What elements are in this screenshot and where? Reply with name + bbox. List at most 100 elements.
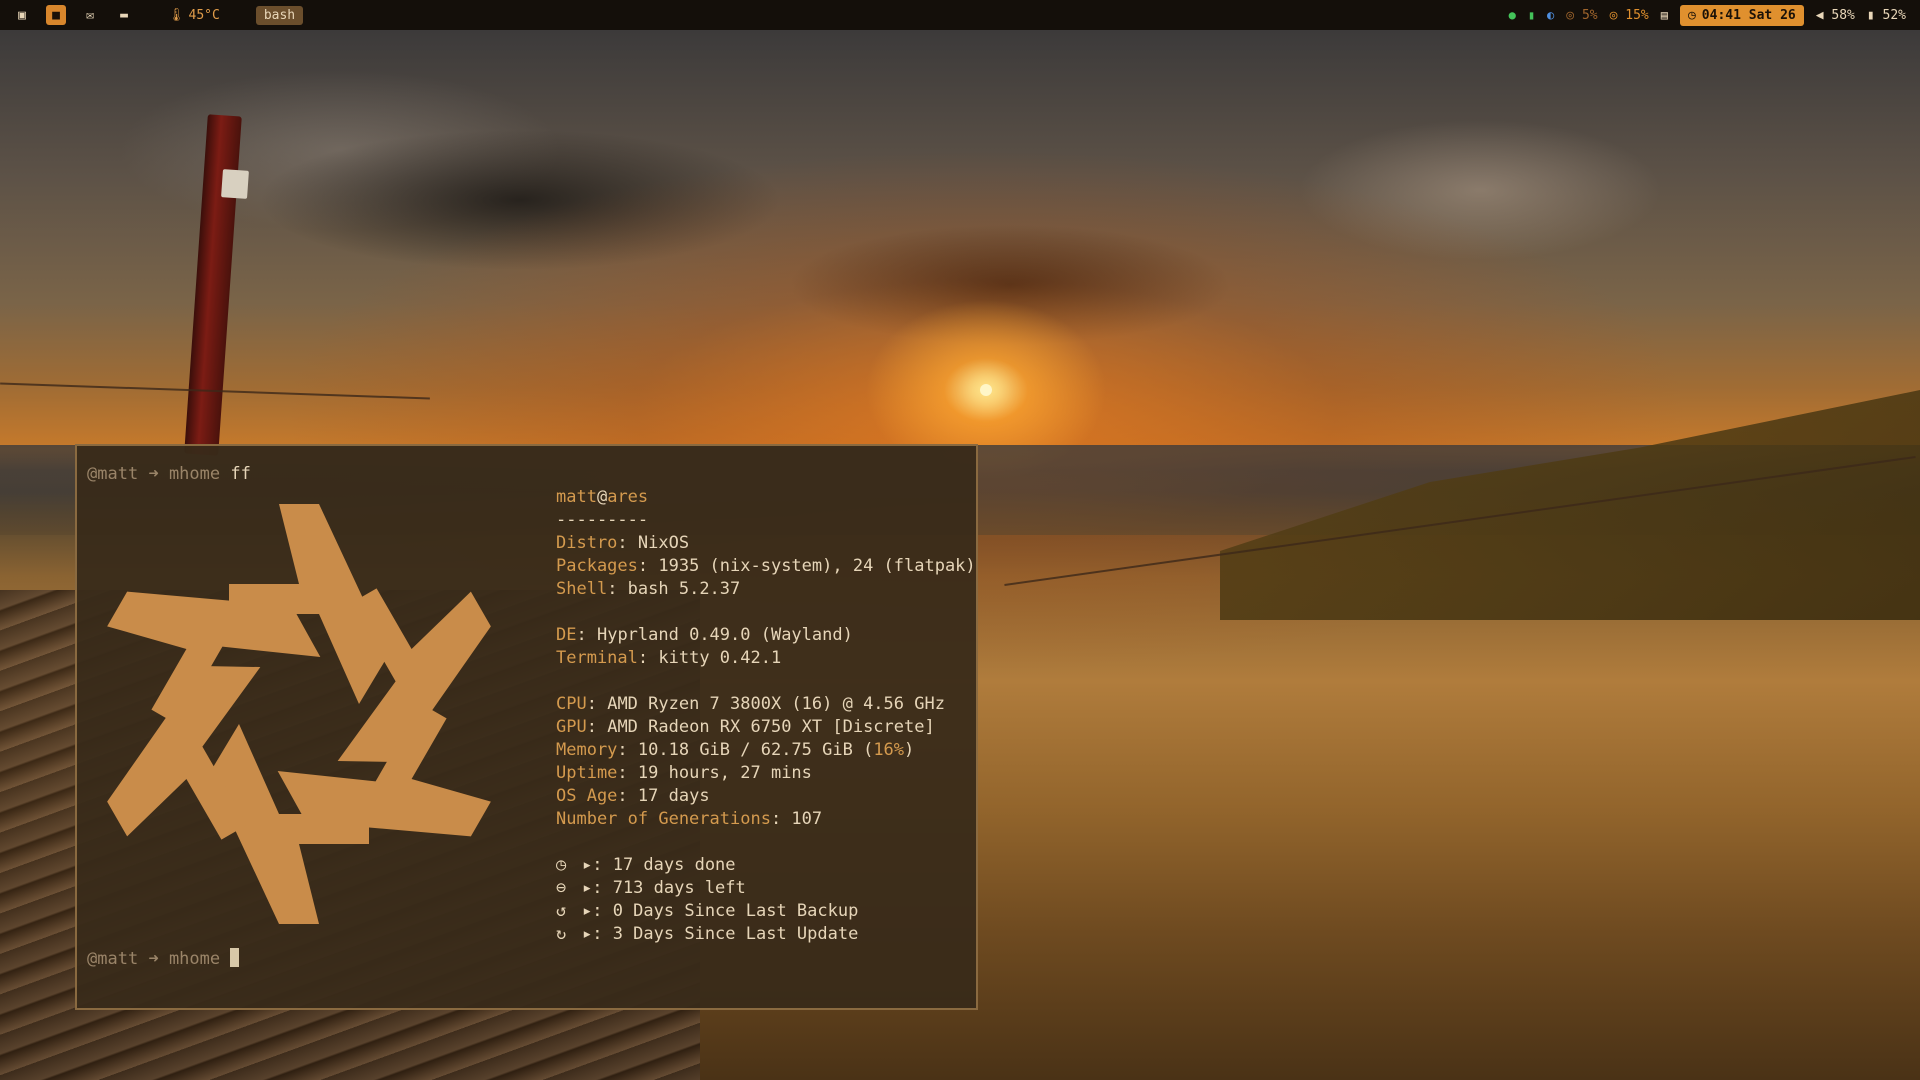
memory-value: 15% xyxy=(1625,7,1649,23)
mic-widget[interactable]: ▮ 52% xyxy=(1867,8,1906,23)
check-circle-icon[interactable]: ● xyxy=(1509,8,1516,22)
info-key: CPU xyxy=(556,694,587,714)
info-row-generations: Number of Generations: 107 xyxy=(556,809,823,829)
info-value: AMD Radeon RX 6750 XT [Discrete] xyxy=(607,717,935,737)
terminal-active-prompt[interactable]: @matt ➜ mhome xyxy=(87,948,240,969)
custom-text: ▸: 3 Days Since Last Update xyxy=(582,924,859,944)
terminal-prompt-line: @matt ➜ mhome ff xyxy=(87,464,251,484)
speaker-icon: ◀ xyxy=(1815,7,1824,23)
system-info: matt@ares --------- Distro: NixOS Packag… xyxy=(556,486,976,946)
volume-value: 58% xyxy=(1831,7,1855,23)
info-row-packages: Packages: 1935 (nix-system), 24 (flatpak… xyxy=(556,556,976,576)
temperature-widget[interactable]: 🌡︎ 45°C xyxy=(168,8,220,23)
info-key: GPU xyxy=(556,717,587,737)
info-row-de: DE: Hyprland 0.49.0 (Wayland) xyxy=(556,625,853,645)
prompt-user: @matt xyxy=(87,949,139,969)
top-bar-right: ● ▮ ◐ ◎ 5% ◎ 15% ▤ ◷ 04:41 Sat 26 ◀ 58% … xyxy=(1509,0,1920,30)
cpu-value: 5% xyxy=(1581,7,1598,23)
update-icon: ↻ xyxy=(556,924,567,944)
calendar-icon[interactable]: ▤ xyxy=(1661,8,1668,22)
workspace-2-folder-icon[interactable]: ■ xyxy=(46,5,66,25)
microphone-icon: ▮ xyxy=(1866,7,1875,23)
nixos-logo-shape xyxy=(107,504,491,924)
wallpaper-sun xyxy=(980,384,992,396)
info-key: DE xyxy=(556,625,577,645)
info-key: Uptime xyxy=(556,763,618,783)
custom-text: ▸: 17 days done xyxy=(582,855,736,875)
info-row-uptime: Uptime: 19 hours, 27 mins xyxy=(556,763,812,783)
info-value: 17 days xyxy=(637,786,710,806)
nixos-logo xyxy=(107,504,491,924)
info-separator: --------- xyxy=(556,510,649,530)
info-value: 10.18 GiB / 62.75 GiB ( xyxy=(637,740,874,760)
workspace-3-mail-icon[interactable]: ✉ xyxy=(80,5,100,25)
info-blank xyxy=(556,601,976,624)
memory-percent: 16% xyxy=(873,740,905,760)
workspace-4-files-icon[interactable]: ▬ xyxy=(114,5,134,25)
clock-icon: ◷ xyxy=(1687,7,1696,23)
wallpaper-post-sign xyxy=(221,169,249,199)
volume-widget[interactable]: ◀ 58% xyxy=(1816,8,1855,23)
info-value: 19 hours, 27 mins xyxy=(637,763,812,783)
info-key: OS Age xyxy=(556,786,618,806)
info-custom-days-done: ◷ ▸: 17 days done xyxy=(556,854,976,877)
clock-value: 04:41 Sat 26 xyxy=(1701,7,1796,23)
shield-check-icon[interactable]: ◐ xyxy=(1547,8,1554,22)
info-value: NixOS xyxy=(637,533,690,553)
prompt-arrow-icon: ➜ xyxy=(148,949,159,969)
active-window-title[interactable]: bash xyxy=(255,5,304,25)
prompt-command: ff xyxy=(230,464,251,484)
info-value: Hyprland 0.49.0 (Wayland) xyxy=(596,625,853,645)
prompt-arrow-icon: ➜ xyxy=(148,464,159,484)
info-value: AMD Ryzen 7 3800X (16) @ 4.56 GHz xyxy=(607,694,945,714)
wallpaper-post xyxy=(184,114,242,456)
info-key: Distro xyxy=(556,533,618,553)
info-row-distro: Distro: NixOS xyxy=(556,533,690,553)
custom-text: ▸: 713 days left xyxy=(582,878,746,898)
top-bar-left: ▣ ■ ✉ ▬ 🌡︎ 45°C bash xyxy=(0,0,304,30)
info-row-memory: Memory: 10.18 GiB / 62.75 GiB (16%) xyxy=(556,740,915,760)
info-custom-last-backup: ↺ ▸: 0 Days Since Last Backup xyxy=(556,900,976,923)
backup-icon: ↺ xyxy=(556,901,567,921)
info-value: 1935 (nix-system), 24 (flatpak) xyxy=(658,556,976,576)
info-key: Terminal xyxy=(556,648,638,668)
desktop: ▣ ■ ✉ ▬ 🌡︎ 45°C bash ● ▮ ◐ ◎ 5% ◎ 15% ▤ xyxy=(0,0,1920,1080)
info-value-suffix: ) xyxy=(904,740,915,760)
info-value: kitty 0.42.1 xyxy=(658,648,782,668)
info-row-cpu: CPU: AMD Ryzen 7 3800X (16) @ 4.56 GHz xyxy=(556,694,945,714)
thermometer-icon: 🌡︎ xyxy=(168,7,185,23)
prompt-directory: mhome xyxy=(168,949,221,969)
text-cursor xyxy=(230,948,240,967)
temperature-value: 45°C xyxy=(188,7,220,23)
custom-text: ▸: 0 Days Since Last Backup xyxy=(582,901,859,921)
info-row-os-age: OS Age: 17 days xyxy=(556,786,710,806)
clock-icon: ◷ xyxy=(556,855,567,875)
cpu-widget[interactable]: ◎ 5% xyxy=(1566,8,1597,23)
memory-icon: ◎ xyxy=(1609,7,1618,23)
cpu-icon: ◎ xyxy=(1566,7,1575,23)
info-custom-days-left: ⊖ ▸: 713 days left xyxy=(556,877,976,900)
info-row-terminal: Terminal: kitty 0.42.1 xyxy=(556,648,782,668)
info-key: Number of Generations xyxy=(556,809,771,829)
top-bar: ▣ ■ ✉ ▬ 🌡︎ 45°C bash ● ▮ ◐ ◎ 5% ◎ 15% ▤ xyxy=(0,0,1920,30)
info-custom-last-update: ↻ ▸: 3 Days Since Last Update xyxy=(556,923,976,946)
info-user: matt xyxy=(556,487,597,507)
info-host: ares xyxy=(607,487,649,507)
info-row-gpu: GPU: AMD Radeon RX 6750 XT [Discrete] xyxy=(556,717,935,737)
clock-widget[interactable]: ◷ 04:41 Sat 26 xyxy=(1679,4,1804,26)
prompt-directory: mhome xyxy=(168,464,221,484)
info-blank xyxy=(556,831,976,854)
memory-widget[interactable]: ◎ 15% xyxy=(1610,8,1649,23)
mic-value: 52% xyxy=(1882,7,1906,23)
info-row-shell: Shell: bash 5.2.37 xyxy=(556,579,741,599)
terminal-window[interactable]: @matt ➜ mhome ff matt@ares --------- Dis… xyxy=(75,444,978,1010)
info-key: Packages xyxy=(556,556,638,576)
workspace-1-terminal-icon[interactable]: ▣ xyxy=(12,5,32,25)
info-key: Memory xyxy=(556,740,618,760)
lock-icon[interactable]: ▮ xyxy=(1528,8,1535,22)
minus-circle-icon: ⊖ xyxy=(556,878,567,898)
prompt-user: @matt xyxy=(87,464,139,484)
info-title: matt@ares xyxy=(556,486,976,509)
info-value: bash 5.2.37 xyxy=(627,579,741,599)
info-blank xyxy=(556,670,976,693)
